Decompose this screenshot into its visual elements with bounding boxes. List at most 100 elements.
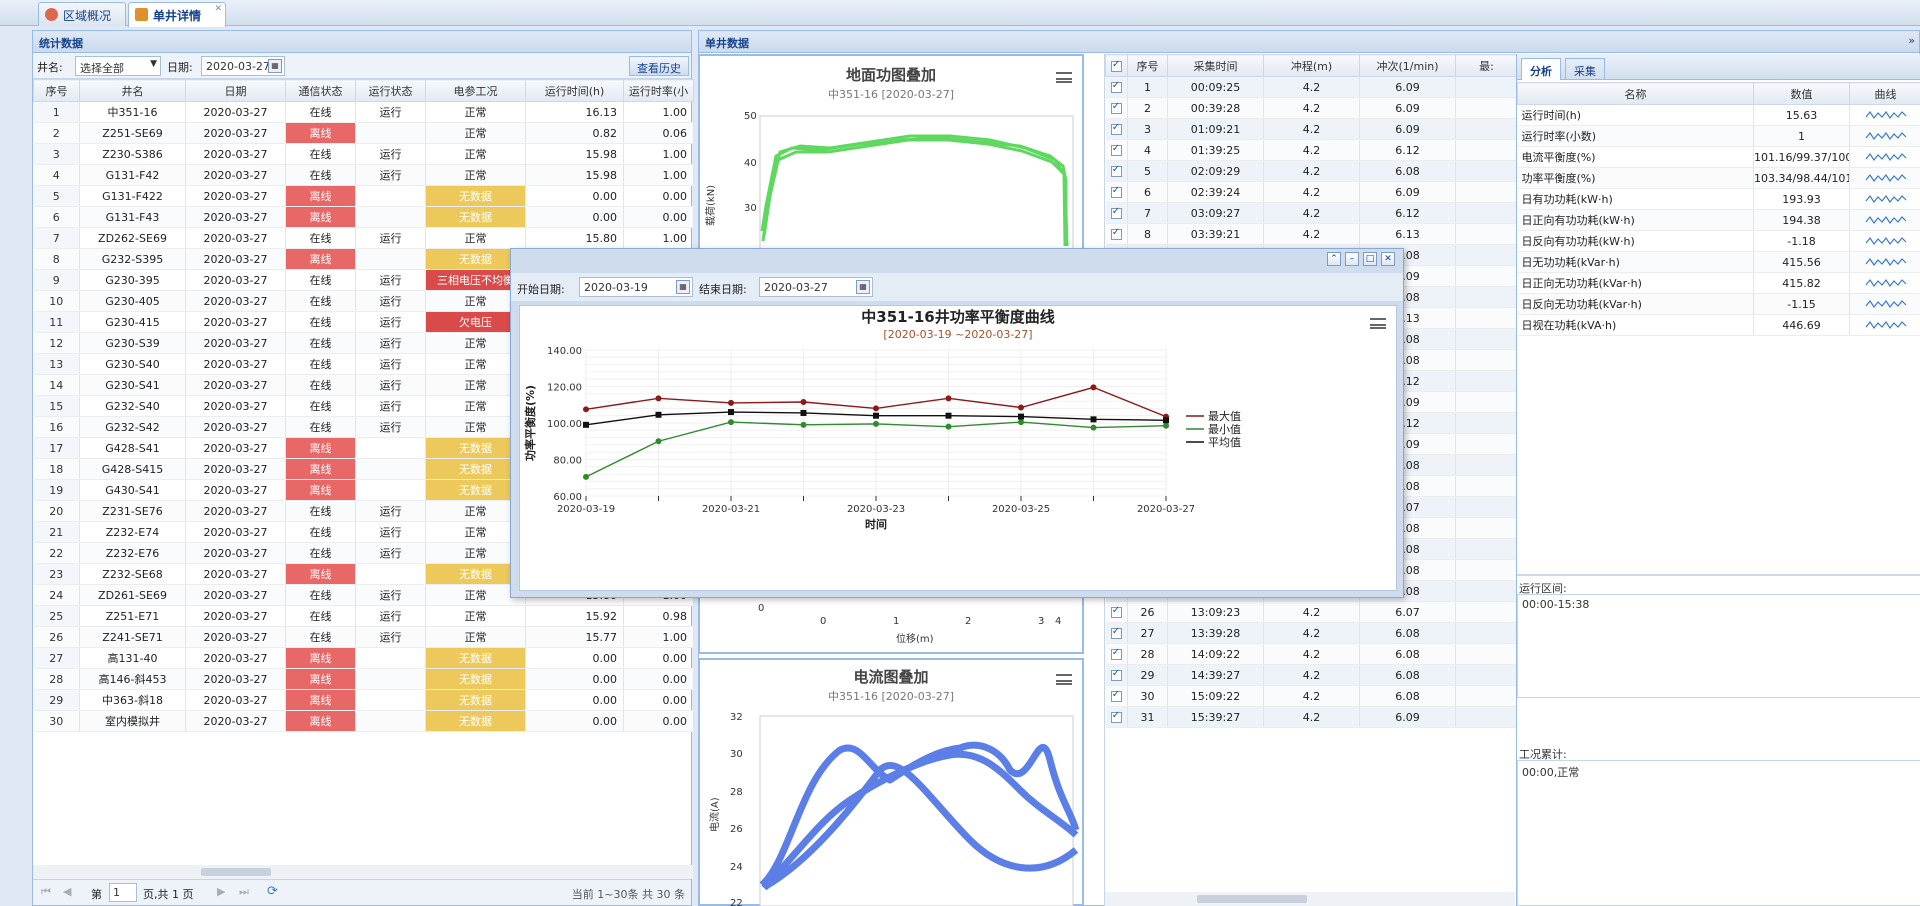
table-row[interactable]: 日反向无功功耗(kVar·h) -1.15 <box>1517 293 1920 315</box>
row-checkbox[interactable] <box>1105 160 1128 182</box>
row-checkbox[interactable] <box>1105 118 1128 140</box>
page-input[interactable]: 1 <box>109 883 137 902</box>
horizontal-scrollbar[interactable] <box>33 865 693 879</box>
run-interval-value[interactable]: 00:00-15:38 <box>1517 594 1920 698</box>
table-row[interactable]: 3115:39:274.26.09 <box>1105 706 1518 728</box>
column-header[interactable]: 日期 <box>185 79 286 102</box>
column-header[interactable]: 序号 <box>33 79 80 102</box>
row-checkbox[interactable] <box>1105 664 1128 686</box>
row-checkbox[interactable] <box>1105 685 1128 707</box>
column-header[interactable]: 序号 <box>1127 54 1168 77</box>
workstate-value[interactable]: 00:00,正常 <box>1517 760 1920 906</box>
table-row[interactable]: 703:09:274.26.12 <box>1105 202 1518 224</box>
close-icon[interactable]: ✕ <box>214 4 222 14</box>
row-checkbox[interactable] <box>1105 223 1128 245</box>
prev-page-icon[interactable]: ◀ <box>63 885 71 898</box>
table-row[interactable]: 26 Z241-SE71 2020-03-27 在线 运行 正常 15.77 1.00 <box>33 626 694 648</box>
sparkline-icon[interactable] <box>1849 104 1920 126</box>
well-select[interactable]: 选择全部 ▼ <box>75 56 161 76</box>
table-row[interactable]: 6 G131-F43 2020-03-27 离线 无数据 0.00 0.00 <box>33 206 694 228</box>
table-row[interactable]: 4 G131-F42 2020-03-27 在线 运行 正常 15.98 1.00 <box>33 164 694 186</box>
column-header[interactable]: 冲程(m) <box>1263 54 1360 77</box>
table-row[interactable]: 日正向有功功耗(kW·h) 194.38 <box>1517 209 1920 231</box>
row-checkbox[interactable] <box>1105 643 1128 665</box>
tab-collect[interactable]: 采集 <box>1565 58 1605 80</box>
next-page-icon[interactable]: ▶ <box>217 885 225 898</box>
row-checkbox[interactable] <box>1105 601 1128 623</box>
table-row[interactable]: 日正向无功功耗(kVar·h) 415.82 <box>1517 272 1920 294</box>
sparkline-icon[interactable] <box>1849 314 1920 336</box>
table-row[interactable]: 3015:09:224.26.08 <box>1105 685 1518 707</box>
column-header[interactable]: 采集时间 <box>1167 54 1264 77</box>
sparkline-icon[interactable] <box>1849 125 1920 147</box>
table-row[interactable]: 25 Z251-E71 2020-03-27 在线 运行 正常 15.92 0.98 <box>33 605 694 627</box>
table-row[interactable]: 7 ZD262-SE69 2020-03-27 在线 运行 正常 15.80 1.00 <box>33 227 694 249</box>
refresh-icon[interactable]: ⟳ <box>267 884 278 899</box>
horizontal-scrollbar[interactable] <box>1105 892 1515 906</box>
table-row[interactable]: 401:39:254.26.12 <box>1105 139 1518 161</box>
table-row[interactable]: 功率平衡度(%)103.34/98.44/101.13 <box>1517 167 1920 189</box>
sparkline-icon[interactable] <box>1849 230 1920 252</box>
table-row[interactable]: 日无功功耗(kVar·h) 415.56 <box>1517 251 1920 273</box>
calendar-icon[interactable]: ▦ <box>676 280 690 294</box>
table-row[interactable]: 602:39:244.26.09 <box>1105 181 1518 203</box>
table-row[interactable]: 运行时间(h) 15.63 <box>1517 104 1920 126</box>
sparkline-icon[interactable] <box>1849 272 1920 294</box>
scroll-thumb[interactable] <box>1197 895 1307 903</box>
row-checkbox[interactable] <box>1105 706 1128 728</box>
table-row[interactable]: 803:39:214.26.13 <box>1105 223 1518 245</box>
row-checkbox[interactable] <box>1105 181 1128 203</box>
row-checkbox[interactable] <box>1105 202 1128 224</box>
column-header[interactable]: 运行状态 <box>355 79 426 102</box>
sparkline-icon[interactable] <box>1849 167 1920 189</box>
column-header[interactable]: 冲次(1/min) <box>1359 54 1456 77</box>
table-row[interactable]: 2914:39:274.26.08 <box>1105 664 1518 686</box>
date-input[interactable]: 2020-03-27 ▦ <box>201 56 285 76</box>
table-row[interactable]: 运行时率(小数) 1 <box>1517 125 1920 147</box>
close-icon[interactable]: ✕ <box>1381 252 1395 266</box>
row-checkbox[interactable] <box>1105 76 1128 98</box>
start-date-input[interactable]: 2020-03-19 ▦ <box>579 277 693 297</box>
tab-well-detail[interactable]: 单井详情 ✕ <box>128 2 226 27</box>
sparkline-icon[interactable] <box>1849 188 1920 210</box>
sparkline-icon[interactable] <box>1849 293 1920 315</box>
table-row[interactable]: 1 中351-16 2020-03-27 在线 运行 正常 16.13 1.00 <box>33 101 694 123</box>
table-row[interactable]: 28 高146-斜453 2020-03-27 离线 无数据 0.00 0.00 <box>33 668 694 690</box>
table-row[interactable]: 301:09:214.26.09 <box>1105 118 1518 140</box>
scroll-thumb[interactable] <box>201 868 271 876</box>
menu-icon[interactable] <box>1370 318 1386 329</box>
column-header[interactable]: 运行时率(小 <box>623 79 694 102</box>
table-row[interactable]: 2 Z251-SE69 2020-03-27 离线 正常 0.82 0.06 <box>33 122 694 144</box>
splitter[interactable] <box>1517 574 1920 576</box>
end-date-input[interactable]: 2020-03-27 ▦ <box>759 277 873 297</box>
row-checkbox[interactable] <box>1105 97 1128 119</box>
collapse-icon[interactable]: » <box>1908 34 1915 47</box>
table-row[interactable]: 日有功功耗(kW·h) 193.93 <box>1517 188 1920 210</box>
sparkline-icon[interactable] <box>1849 209 1920 231</box>
row-checkbox[interactable] <box>1105 622 1128 644</box>
table-row[interactable]: 2814:09:224.26.08 <box>1105 643 1518 665</box>
sparkline-icon[interactable] <box>1849 251 1920 273</box>
select-all-checkbox[interactable] <box>1105 54 1128 77</box>
table-row[interactable]: 100:09:254.26.09 <box>1105 76 1518 98</box>
table-row[interactable]: 日视在功耗(kVA·h) 446.69 <box>1517 314 1920 336</box>
table-row[interactable]: 27 高131-40 2020-03-27 离线 无数据 0.00 0.00 <box>33 647 694 669</box>
table-row[interactable]: 电流平衡度(%)101.16/99.37/100.31 <box>1517 146 1920 168</box>
table-row[interactable]: 200:39:284.26.09 <box>1105 97 1518 119</box>
column-header[interactable]: 运行时间(h) <box>525 79 624 102</box>
column-header[interactable]: 最: <box>1455 54 1518 77</box>
table-row[interactable]: 30 室内模拟井 2020-03-27 离线 无数据 0.00 0.00 <box>33 710 694 732</box>
column-header[interactable]: 数值 <box>1753 82 1850 105</box>
column-header[interactable]: 通信状态 <box>285 79 356 102</box>
column-header[interactable]: 井名 <box>79 79 186 102</box>
first-page-icon[interactable]: ⏮ <box>41 885 51 899</box>
calendar-icon[interactable]: ▦ <box>856 280 870 294</box>
table-row[interactable]: 2713:39:284.26.08 <box>1105 622 1518 644</box>
table-row[interactable]: 5 G131-F422 2020-03-27 离线 无数据 0.00 0.00 <box>33 185 694 207</box>
column-header[interactable]: 名称 <box>1517 82 1754 105</box>
sparkline-icon[interactable] <box>1849 146 1920 168</box>
column-header[interactable]: 曲线 <box>1849 82 1920 105</box>
collapse-window-icon[interactable]: ⌃ <box>1327 252 1341 266</box>
calendar-icon[interactable]: ▦ <box>268 59 282 73</box>
row-checkbox[interactable] <box>1105 139 1128 161</box>
